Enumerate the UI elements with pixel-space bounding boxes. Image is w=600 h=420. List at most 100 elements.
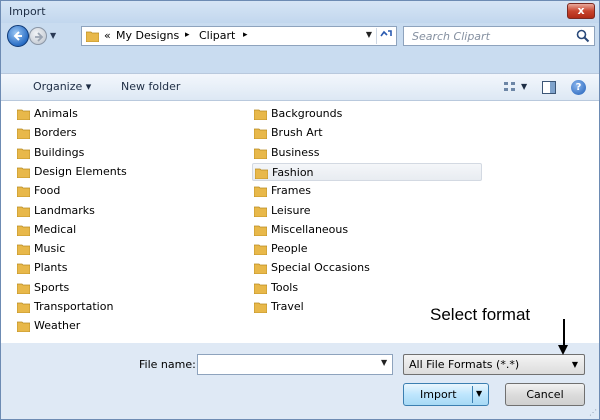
search-box[interactable]: [403, 26, 595, 46]
folder-item[interactable]: Business: [252, 144, 482, 162]
folder-item-label: People: [271, 242, 308, 256]
folder-icon: [254, 244, 267, 256]
folder-item[interactable]: Frames: [252, 182, 482, 200]
import-split-dropdown[interactable]: ▼: [472, 386, 488, 403]
folder-icon: [254, 148, 267, 159]
folder-item[interactable]: Plants: [15, 259, 245, 277]
folder-item[interactable]: Design Elements: [15, 163, 245, 181]
folder-item-label: Food: [34, 184, 61, 198]
footer-panel: File name: ▼ All File Formats (*.*) ▼ Im…: [1, 343, 599, 419]
folder-item[interactable]: Food: [15, 182, 245, 200]
help-icon[interactable]: ?: [571, 80, 586, 95]
folder-icon: [254, 263, 267, 275]
folder-item[interactable]: Transportation: [15, 298, 245, 316]
folder-item-label: Music: [34, 242, 66, 256]
address-box[interactable]: « My Designs ▸ Clipart ▸ ▼: [81, 26, 397, 46]
file-name-input[interactable]: [197, 354, 393, 375]
views-icon[interactable]: [503, 81, 517, 93]
file-name-dropdown[interactable]: ▼: [381, 358, 387, 367]
folder-item-label: Backgrounds: [271, 107, 343, 120]
folder-item[interactable]: Brush Art: [252, 124, 482, 142]
folder-icon: [17, 283, 30, 294]
refresh-icon: [379, 30, 392, 37]
breadcrumb-my-designs[interactable]: My Designs: [116, 29, 179, 42]
folder-icon: [254, 206, 267, 217]
folder-item-label: Fashion: [272, 165, 314, 179]
import-button-label: Import: [420, 388, 457, 401]
folder-icon: [254, 302, 267, 313]
folder-icon: [17, 263, 30, 275]
folder-item-label: Plants: [34, 261, 68, 275]
folder-icon: [17, 225, 30, 236]
folder-item[interactable]: Miscellaneous: [252, 221, 482, 239]
address-bar-row: ▼ « My Designs ▸ Clipart ▸ ▼: [1, 23, 599, 47]
breadcrumb-separator[interactable]: ▸: [185, 30, 190, 40]
folder-item[interactable]: Medical: [15, 221, 245, 239]
search-icon[interactable]: [576, 29, 590, 43]
arrow-left-icon: [13, 31, 22, 41]
folder-item[interactable]: Backgrounds: [252, 105, 482, 123]
forward-button[interactable]: [29, 27, 47, 45]
folder-icon: [254, 128, 267, 140]
command-toolbar: Organize ▾ New folder ▼ ?: [1, 73, 599, 101]
folder-item-label: Sports: [34, 280, 70, 294]
close-button[interactable]: x: [567, 3, 595, 19]
import-button[interactable]: Import ▼: [403, 383, 489, 406]
search-input[interactable]: [412, 29, 572, 43]
folder-item[interactable]: Landmarks: [15, 202, 245, 220]
address-dropdown[interactable]: ▼: [366, 30, 372, 39]
breadcrumb-separator-end[interactable]: ▸: [243, 30, 248, 40]
breadcrumb-clipart[interactable]: Clipart: [199, 29, 235, 42]
preview-pane-icon[interactable]: [542, 81, 556, 94]
folder-item-label: Borders: [34, 126, 77, 140]
folder-icon: [17, 302, 30, 313]
folder-item[interactable]: People: [252, 240, 482, 258]
refresh-button[interactable]: [376, 28, 394, 44]
folder-item[interactable]: Special Occasions: [252, 259, 482, 277]
folder-item[interactable]: Weather: [15, 317, 245, 335]
file-name-label: File name:: [139, 358, 196, 371]
folder-icon: [17, 109, 30, 120]
folder-item-label: Animals: [34, 107, 78, 120]
folder-icon: [17, 321, 30, 333]
organize-button[interactable]: Organize ▾: [33, 80, 91, 93]
views-dropdown[interactable]: ▼: [521, 82, 527, 91]
folder-icon: [254, 225, 267, 236]
chevron-down-icon: ▼: [571, 360, 578, 369]
breadcrumb-overflow[interactable]: «: [104, 29, 111, 42]
folder-item[interactable]: Music: [15, 240, 245, 258]
folder-icon: [254, 109, 267, 120]
new-folder-button[interactable]: New folder: [121, 80, 180, 93]
folder-icon: [17, 206, 30, 217]
folder-item[interactable]: Fashion: [252, 162, 482, 181]
title-bar: Import x: [1, 1, 599, 23]
folder-item-label: Miscellaneous: [271, 222, 349, 236]
folder-item-label: Business: [271, 145, 320, 159]
file-format-value: All File Formats (*.*): [409, 358, 520, 371]
back-button[interactable]: [7, 25, 29, 47]
folder-item[interactable]: Animals: [15, 105, 245, 123]
folder-item[interactable]: Buildings: [15, 144, 245, 162]
folder-item-label: Design Elements: [34, 164, 127, 178]
folder-item-label: Tools: [271, 280, 299, 294]
folder-item[interactable]: Tools: [252, 279, 482, 297]
folder-icon: [17, 167, 30, 178]
file-format-select[interactable]: All File Formats (*.*) ▼: [403, 354, 585, 375]
cancel-button[interactable]: Cancel: [505, 383, 585, 406]
chevron-down-icon: ▼: [476, 389, 483, 398]
resize-grip[interactable]: ⋰: [589, 408, 597, 417]
folder-item-label: Brush Art: [271, 126, 323, 140]
folder-item-label: Frames: [271, 184, 312, 198]
folder-icon: [17, 148, 30, 159]
annotation-callout: Select format: [430, 305, 531, 324]
folder-item-label: Travel: [271, 300, 304, 313]
folder-item-label: Weather: [34, 319, 81, 333]
folder-item[interactable]: Leisure: [252, 202, 482, 220]
folder-icon: [255, 168, 268, 179]
arrow-right-icon: [35, 32, 44, 42]
recent-pages-dropdown[interactable]: ▼: [50, 31, 56, 40]
folder-item-label: Medical: [34, 222, 77, 236]
folder-item[interactable]: Sports: [15, 279, 245, 297]
folder-icon: [17, 186, 30, 198]
folder-item[interactable]: Borders: [15, 124, 245, 142]
